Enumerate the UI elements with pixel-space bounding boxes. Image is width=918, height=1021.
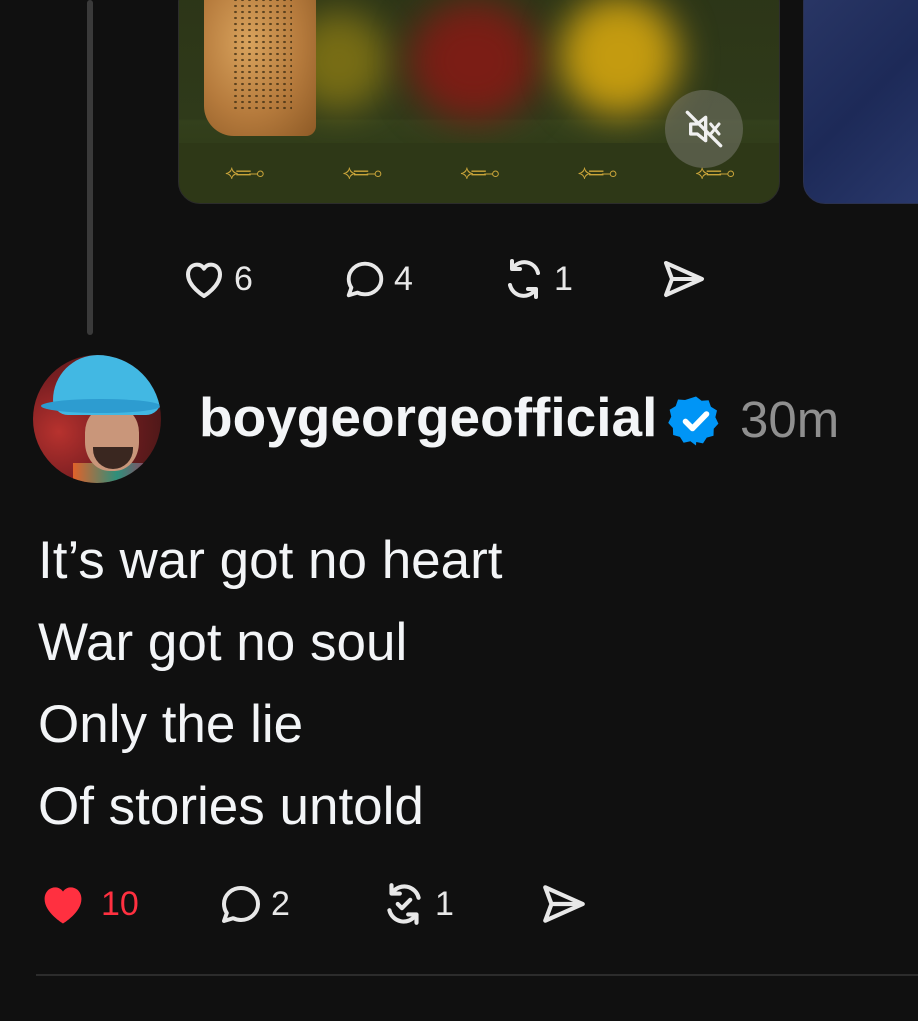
thread-connector-line (87, 0, 93, 335)
comment-icon (346, 261, 384, 298)
repost-button[interactable]: 1 (500, 255, 660, 303)
like-count: 10 (101, 884, 139, 923)
post-text-line: War got no soul (38, 613, 408, 672)
volume-mute-icon[interactable] (665, 90, 743, 168)
repost-icon (387, 883, 421, 925)
share-button[interactable] (660, 255, 708, 303)
repost-count: 1 (554, 259, 573, 298)
share-button[interactable] (539, 879, 589, 929)
like-button[interactable]: 6 (180, 255, 342, 303)
repost-button[interactable]: 1 (379, 879, 539, 929)
like-count: 6 (234, 259, 253, 298)
like-button[interactable]: 10 (37, 878, 217, 930)
heart-filled-icon (44, 887, 82, 924)
reply-count: 4 (394, 259, 413, 298)
post-text-line: Of stories untold (38, 777, 424, 836)
post-divider (36, 974, 918, 976)
avatar[interactable] (33, 355, 161, 483)
reply-button[interactable]: 4 (342, 256, 500, 302)
reply-button[interactable]: 2 (217, 880, 379, 928)
previous-post-actions: 6 4 1 (180, 255, 708, 303)
send-icon (543, 885, 585, 923)
media-figure (204, 0, 316, 136)
repost-count: 1 (435, 884, 454, 923)
media-blur (559, 0, 679, 116)
username[interactable]: boygeorgeofficial (199, 385, 657, 449)
post-text: It’s war got no heart War got no soul On… (38, 520, 503, 848)
media-blur (409, 1, 539, 121)
post-actions: 10 2 1 (37, 878, 589, 930)
verified-badge-icon (668, 393, 724, 454)
avatar-detail (41, 399, 161, 413)
post-timestamp: 30m (740, 391, 840, 448)
repost-icon (508, 259, 540, 299)
post-text-line: Only the lie (38, 695, 304, 754)
post-media-next[interactable] (803, 0, 918, 204)
send-icon (664, 261, 704, 297)
heart-icon (186, 262, 222, 298)
comment-icon (222, 886, 260, 923)
reply-count: 2 (271, 884, 290, 923)
post-text-line: It’s war got no heart (38, 531, 503, 590)
